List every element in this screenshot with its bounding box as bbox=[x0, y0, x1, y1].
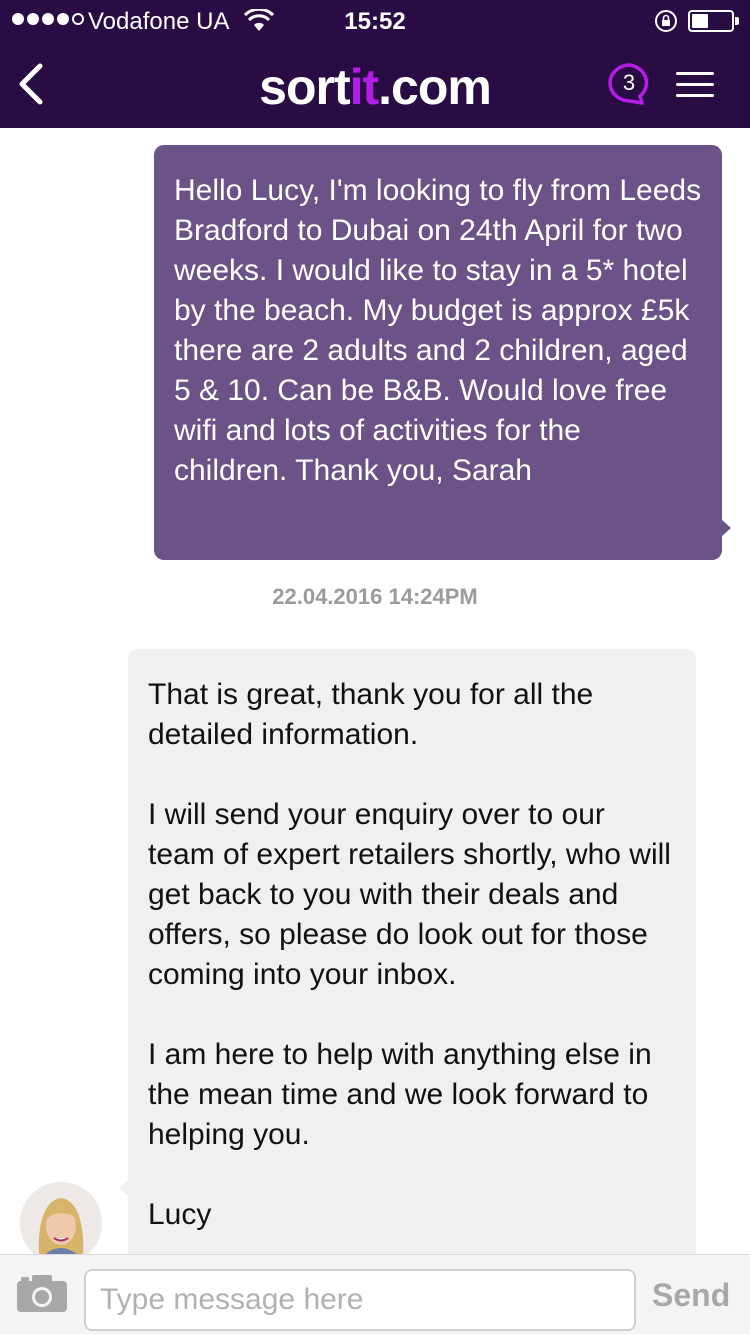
chat-thread[interactable]: Hello Lucy, I'm looking to fly from Leed… bbox=[0, 128, 750, 1254]
outgoing-bubble-tail bbox=[722, 520, 731, 536]
incoming-paragraph: That is great, thank you for all the det… bbox=[148, 678, 594, 751]
app-header: Vodafone UA 15:52 sortit.com 3 bbox=[0, 0, 750, 128]
camera-icon[interactable] bbox=[16, 1273, 68, 1313]
outgoing-message-text: Hello Lucy, I'm looking to fly from Leed… bbox=[174, 174, 702, 487]
incoming-paragraph: I am here to help with anything else in … bbox=[148, 1038, 652, 1151]
send-button[interactable]: Send bbox=[652, 1277, 730, 1314]
message-input[interactable] bbox=[84, 1269, 636, 1331]
hamburger-menu-icon[interactable] bbox=[676, 72, 714, 98]
status-bar: Vodafone UA 15:52 bbox=[0, 0, 750, 40]
outgoing-message: Hello Lucy, I'm looking to fly from Leed… bbox=[154, 145, 722, 560]
orientation-lock-icon bbox=[655, 10, 677, 32]
incoming-signature: Lucy bbox=[148, 1198, 212, 1231]
incoming-paragraph: I will send your enquiry over to our tea… bbox=[148, 798, 671, 991]
battery-icon bbox=[688, 10, 739, 32]
message-timestamp: 22.04.2016 14:24PM bbox=[272, 584, 478, 609]
status-time: 15:52 bbox=[344, 8, 406, 35]
incoming-message: That is great, thank you for all the det… bbox=[128, 649, 696, 1254]
notification-count: 3 bbox=[622, 70, 636, 95]
incoming-bubble-tail bbox=[119, 1180, 128, 1196]
message-composer: Send bbox=[0, 1254, 750, 1334]
agent-avatar[interactable] bbox=[20, 1182, 102, 1254]
